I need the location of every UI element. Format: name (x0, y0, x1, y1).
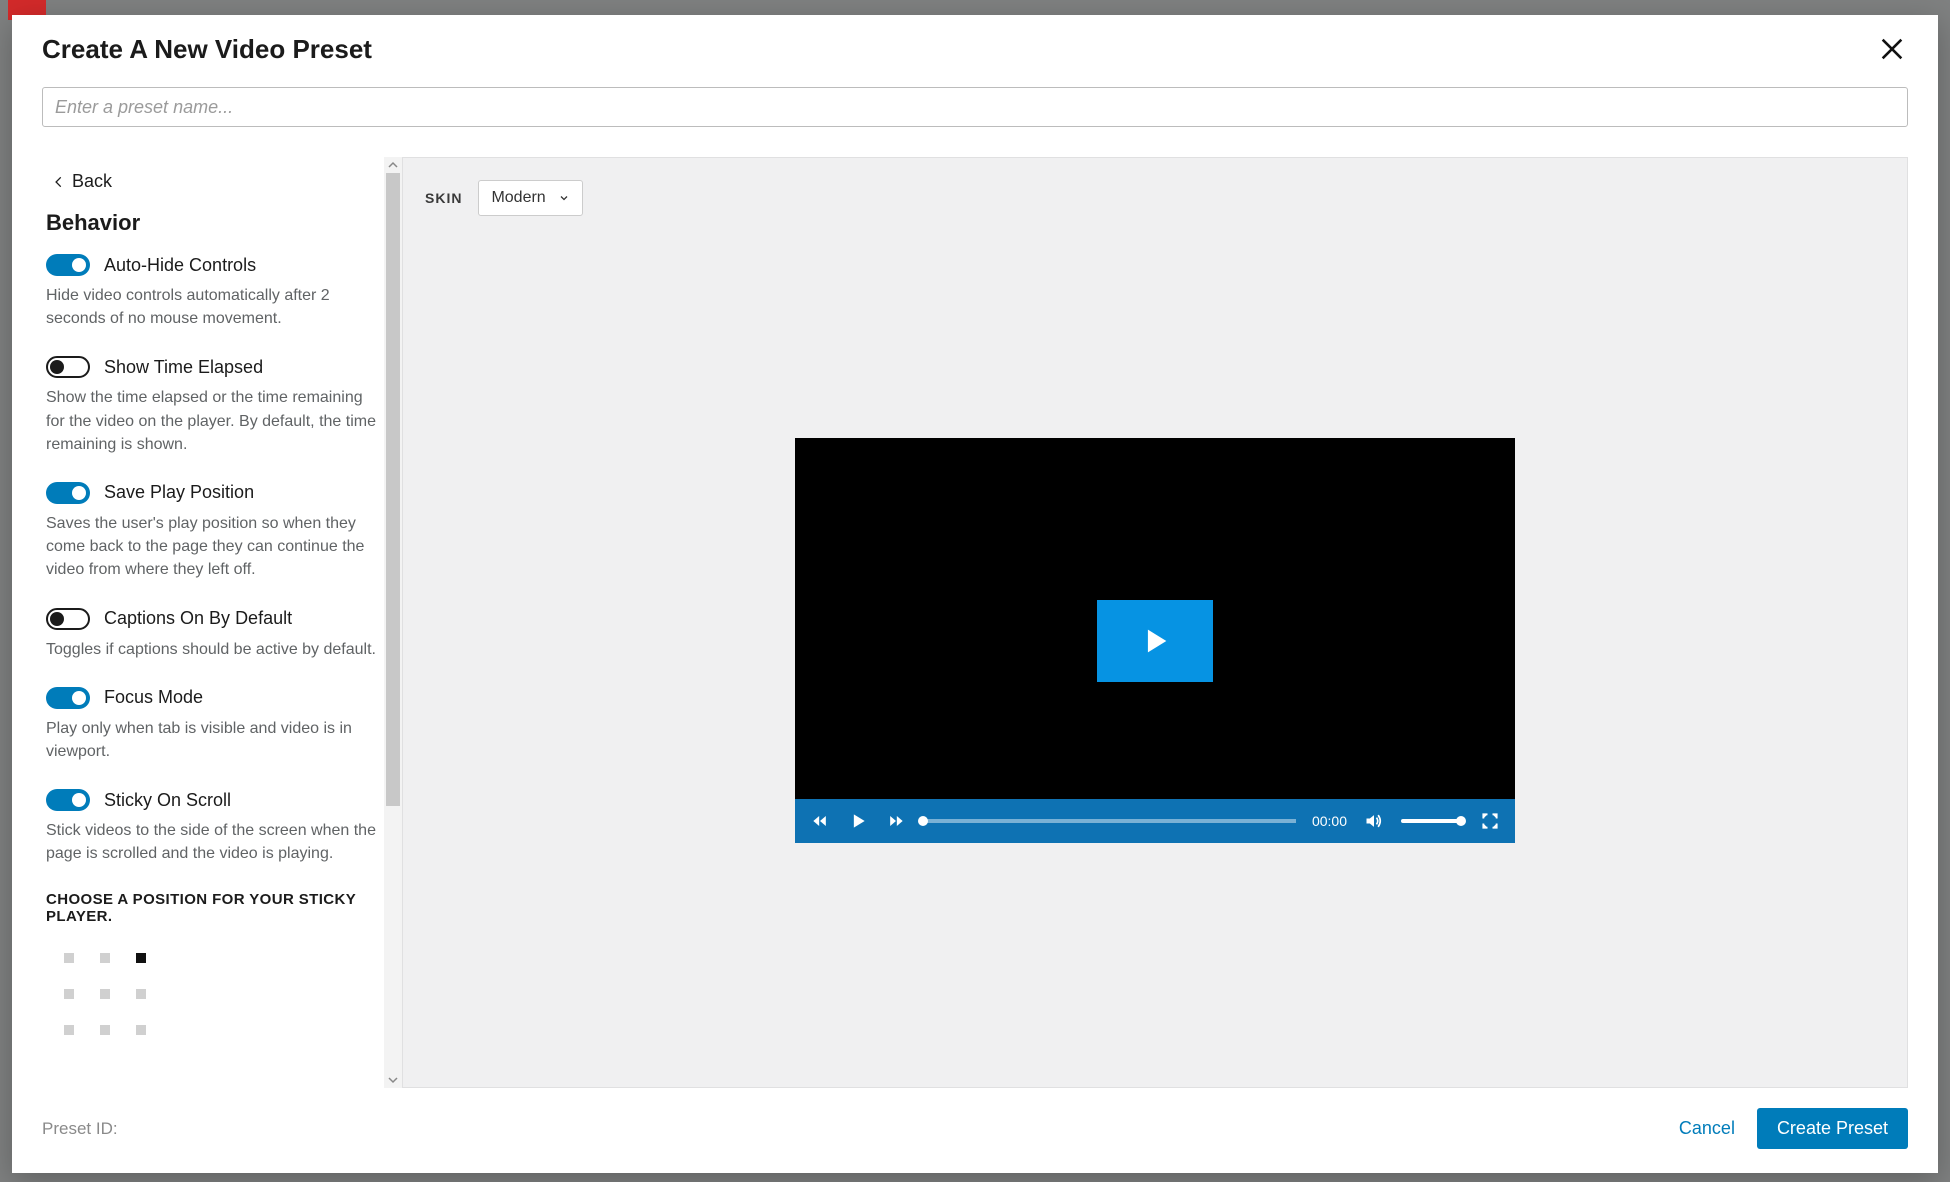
volume-icon (1364, 811, 1384, 831)
chevron-left-icon (52, 175, 66, 189)
close-button[interactable] (1876, 33, 1908, 65)
settings-sidebar[interactable]: Back Behavior Auto-Hide Controls Hide vi… (42, 157, 402, 1088)
toggle-focus-mode[interactable] (46, 687, 90, 709)
play-button[interactable] (847, 810, 869, 832)
rewind-button[interactable] (809, 810, 831, 832)
video-player: 00:00 (795, 438, 1515, 843)
toggle-auto-hide-controls[interactable] (46, 254, 90, 276)
option-label: Captions On By Default (104, 608, 292, 629)
volume-slider[interactable] (1401, 819, 1463, 823)
big-play-button[interactable] (1097, 600, 1213, 682)
progress-bar[interactable] (923, 819, 1296, 823)
skin-label: SKIN (425, 190, 462, 206)
toggle-sticky-on-scroll[interactable] (46, 789, 90, 811)
option-label: Focus Mode (104, 687, 203, 708)
pos-mid-left[interactable] (52, 977, 86, 1011)
pos-mid-center[interactable] (88, 977, 122, 1011)
sticky-position-grid (52, 941, 380, 1047)
pos-bot-center[interactable] (88, 1013, 122, 1047)
video-area[interactable] (795, 438, 1515, 843)
option-label: Save Play Position (104, 482, 254, 503)
forward-button[interactable] (885, 810, 907, 832)
scroll-thumb[interactable] (386, 173, 400, 806)
fullscreen-icon (1480, 811, 1500, 831)
player-controls: 00:00 (795, 799, 1515, 843)
play-icon (1138, 624, 1172, 658)
pos-mid-right[interactable] (124, 977, 158, 1011)
close-icon (1878, 35, 1906, 63)
option-description: Show the time elapsed or the time remain… (46, 386, 380, 456)
skin-select[interactable]: Modern (478, 180, 582, 216)
back-label: Back (72, 171, 112, 192)
option-description: Saves the user's play position so when t… (46, 512, 380, 582)
fullscreen-button[interactable] (1479, 810, 1501, 832)
create-preset-modal: Create A New Video Preset Back Behavior (12, 15, 1938, 1173)
skin-value: Modern (491, 189, 545, 207)
play-small-icon (848, 811, 868, 831)
toggle-save-play-position[interactable] (46, 482, 90, 504)
section-title: Behavior (46, 210, 380, 236)
pos-top-left[interactable] (52, 941, 86, 975)
option-label: Sticky On Scroll (104, 790, 231, 811)
pos-bot-right[interactable] (124, 1013, 158, 1047)
pos-bot-left[interactable] (52, 1013, 86, 1047)
scroll-up-icon[interactable] (384, 157, 402, 173)
option-description: Stick videos to the side of the screen w… (46, 819, 380, 865)
modal-title: Create A New Video Preset (42, 34, 372, 65)
scroll-down-icon[interactable] (384, 1072, 402, 1088)
sidebar-scrollbar[interactable] (384, 157, 402, 1088)
option-description: Hide video controls automatically after … (46, 284, 380, 330)
toggle-captions-default[interactable] (46, 608, 90, 630)
toggle-show-time-elapsed[interactable] (46, 356, 90, 378)
option-label: Show Time Elapsed (104, 357, 263, 378)
forward-icon (886, 811, 906, 831)
sticky-position-heading: CHOOSE A POSITION FOR YOUR STICKY PLAYER… (46, 891, 380, 925)
time-display: 00:00 (1312, 813, 1347, 829)
pos-top-right[interactable] (124, 941, 158, 975)
rewind-icon (810, 811, 830, 831)
create-preset-button[interactable]: Create Preset (1757, 1108, 1908, 1149)
preset-id-label: Preset ID: (42, 1119, 118, 1139)
back-button[interactable]: Back (52, 171, 380, 192)
volume-button[interactable] (1363, 810, 1385, 832)
pos-top-center[interactable] (88, 941, 122, 975)
option-description: Toggles if captions should be active by … (46, 638, 380, 661)
option-label: Auto-Hide Controls (104, 255, 256, 276)
preview-panel: SKIN Modern (402, 157, 1908, 1088)
chevron-down-icon (558, 192, 570, 204)
option-description: Play only when tab is visible and video … (46, 717, 380, 763)
preset-name-input[interactable] (42, 87, 1908, 127)
cancel-button[interactable]: Cancel (1679, 1118, 1735, 1139)
